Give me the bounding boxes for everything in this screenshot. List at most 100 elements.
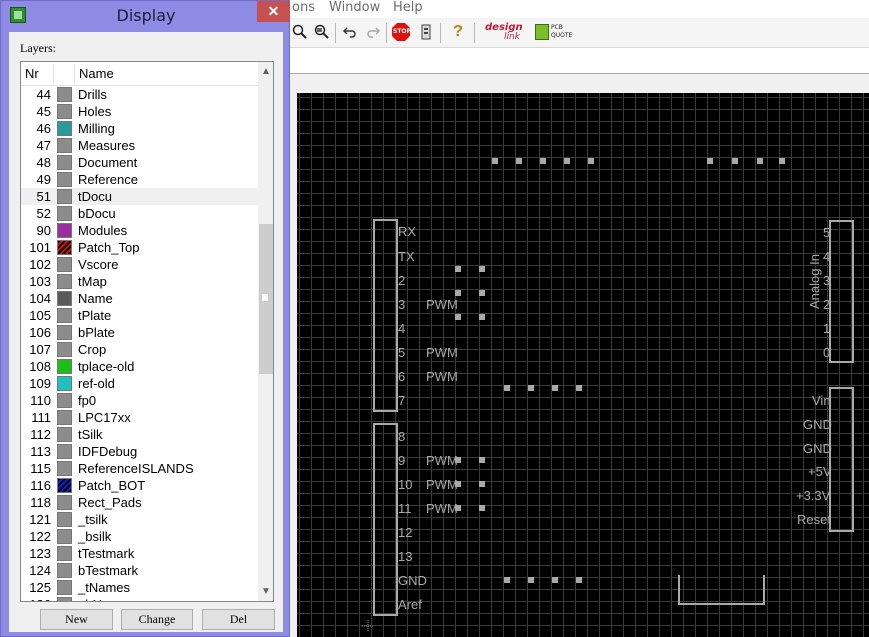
layer-color-swatch[interactable] [57,189,72,204]
layer-color-swatch[interactable] [57,223,72,238]
layer-color-swatch[interactable] [57,359,72,374]
layer-color-swatch[interactable] [57,257,72,272]
close-button[interactable]: ✕ [257,1,290,22]
zoom-select-icon[interactable] [311,22,331,42]
layer-row[interactable]: 111 LPC17xx [21,409,258,426]
column-divider[interactable] [53,64,54,84]
layer-name: Patch_BOT [78,478,146,493]
layer-row[interactable]: 103 tMap [21,273,258,290]
layer-color-swatch[interactable] [57,274,72,289]
layer-row[interactable]: 51 tDocu [21,188,258,205]
analog-pin-label: 0 [823,345,831,360]
layer-row[interactable]: 118 Rect_Pads [21,494,258,511]
pwm-label: PWM [426,453,458,468]
help-icon[interactable]: ? [448,22,468,42]
layer-row[interactable]: 48 Document [21,154,258,171]
layer-color-swatch[interactable] [57,87,72,102]
design-link-icon[interactable]: design link [485,22,525,44]
layer-color-swatch[interactable] [57,138,72,153]
layer-color-swatch[interactable] [57,393,72,408]
layer-number: 103 [29,274,51,289]
pad [732,158,738,164]
layer-color-swatch[interactable] [57,291,72,306]
layer-color-swatch[interactable] [57,172,72,187]
layer-row[interactable]: 49 Reference [21,171,258,188]
pcb-quote-icon[interactable]: PCB QUOTE [535,24,573,44]
layer-row[interactable]: 110 fp0 [21,392,258,409]
layer-color-swatch[interactable] [57,308,72,323]
layer-color-swatch[interactable] [57,121,72,136]
column-header-name[interactable]: Name [79,66,114,81]
board-canvas[interactable]: RX TX 2 3 4 5 6 7 8 9 10 11 12 13 GND Ar… [297,93,869,637]
layer-name: Rect_Pads [78,495,142,510]
vertical-scrollbar[interactable]: ▲ ▼ [258,62,273,601]
layer-color-swatch[interactable] [57,325,72,340]
layer-color-swatch[interactable] [57,461,72,476]
layer-color-swatch[interactable] [57,104,72,119]
layer-color-swatch[interactable] [57,206,72,221]
layer-color-swatch[interactable] [57,478,72,493]
del-button[interactable]: Del [202,609,275,630]
layer-row[interactable]: 90 Modules [21,222,258,239]
layer-row[interactable]: 101 Patch_Top [21,239,258,256]
layer-row[interactable]: 46 Milling [21,120,258,137]
change-button[interactable]: Change [121,609,193,630]
script-icon[interactable] [416,22,436,42]
layer-color-swatch[interactable] [57,597,72,601]
layer-name: _tsilk [78,512,108,527]
layer-row[interactable]: 109 ref-old [21,375,258,392]
new-button[interactable]: New [40,609,113,630]
undo-icon[interactable] [340,22,360,42]
layer-name: Modules [78,223,128,238]
layer-row[interactable]: 45 Holes [21,103,258,120]
dialog-titlebar[interactable]: Display ✕ [1,1,290,31]
layer-color-swatch[interactable] [57,546,72,561]
layer-row[interactable]: 105 tPlate [21,307,258,324]
layer-row[interactable]: 113 IDFDebug [21,443,258,460]
redo-icon[interactable] [363,22,383,42]
stop-icon[interactable]: STOP [391,22,411,42]
layer-row[interactable]: 107 Crop [21,341,258,358]
layer-color-swatch[interactable] [57,580,72,595]
column-divider[interactable] [74,64,75,84]
layer-color-swatch[interactable] [57,512,72,527]
layer-color-swatch[interactable] [57,342,72,357]
layer-row[interactable]: 123 tTestmark [21,545,258,562]
layer-color-swatch[interactable] [57,240,72,255]
layer-color-swatch[interactable] [57,444,72,459]
layer-color-swatch[interactable] [57,495,72,510]
layer-row[interactable]: 122 _bsilk [21,528,258,545]
layer-row[interactable]: 121 _tsilk [21,511,258,528]
layer-row[interactable]: 126 _bNames [21,596,258,601]
layer-row[interactable]: 104 Name [21,290,258,307]
scroll-up-arrow-icon[interactable]: ▲ [258,63,273,80]
layers-list[interactable]: Nr Name 44 Drills 45 Holes 46 Milling 47 Measur… [20,61,274,602]
menu-options[interactable]: ons [292,0,315,15]
layer-row[interactable]: 125 _tNames [21,579,258,596]
layer-row[interactable]: 108 tplace-old [21,358,258,375]
layer-row[interactable]: 102 Vscore [21,256,258,273]
layer-row[interactable]: 116 Patch_BOT [21,477,258,494]
pwm-label: PWM [426,477,458,492]
power-pin-label: +5V [808,464,832,479]
layer-color-swatch[interactable] [57,155,72,170]
layer-row[interactable]: 47 Measures [21,137,258,154]
layer-name: tMap [78,274,107,289]
layer-color-swatch[interactable] [57,529,72,544]
layer-row[interactable]: 124 bTestmark [21,562,258,579]
layer-color-swatch[interactable] [57,410,72,425]
menu-help[interactable]: Help [393,0,423,15]
layer-color-swatch[interactable] [57,376,72,391]
secondary-toolbar [290,48,869,74]
menu-window[interactable]: Window [329,0,380,15]
layer-row[interactable]: 44 Drills [21,86,258,103]
scroll-down-arrow-icon[interactable]: ▼ [258,583,273,600]
zoom-fit-icon[interactable] [290,22,310,42]
layer-color-swatch[interactable] [57,427,72,442]
layer-row[interactable]: 115 ReferenceISLANDS [21,460,258,477]
layer-row[interactable]: 52 bDocu [21,205,258,222]
layer-color-swatch[interactable] [57,563,72,578]
layer-row[interactable]: 112 tSilk [21,426,258,443]
layer-row[interactable]: 106 bPlate [21,324,258,341]
column-header-nr[interactable]: Nr [25,66,39,81]
